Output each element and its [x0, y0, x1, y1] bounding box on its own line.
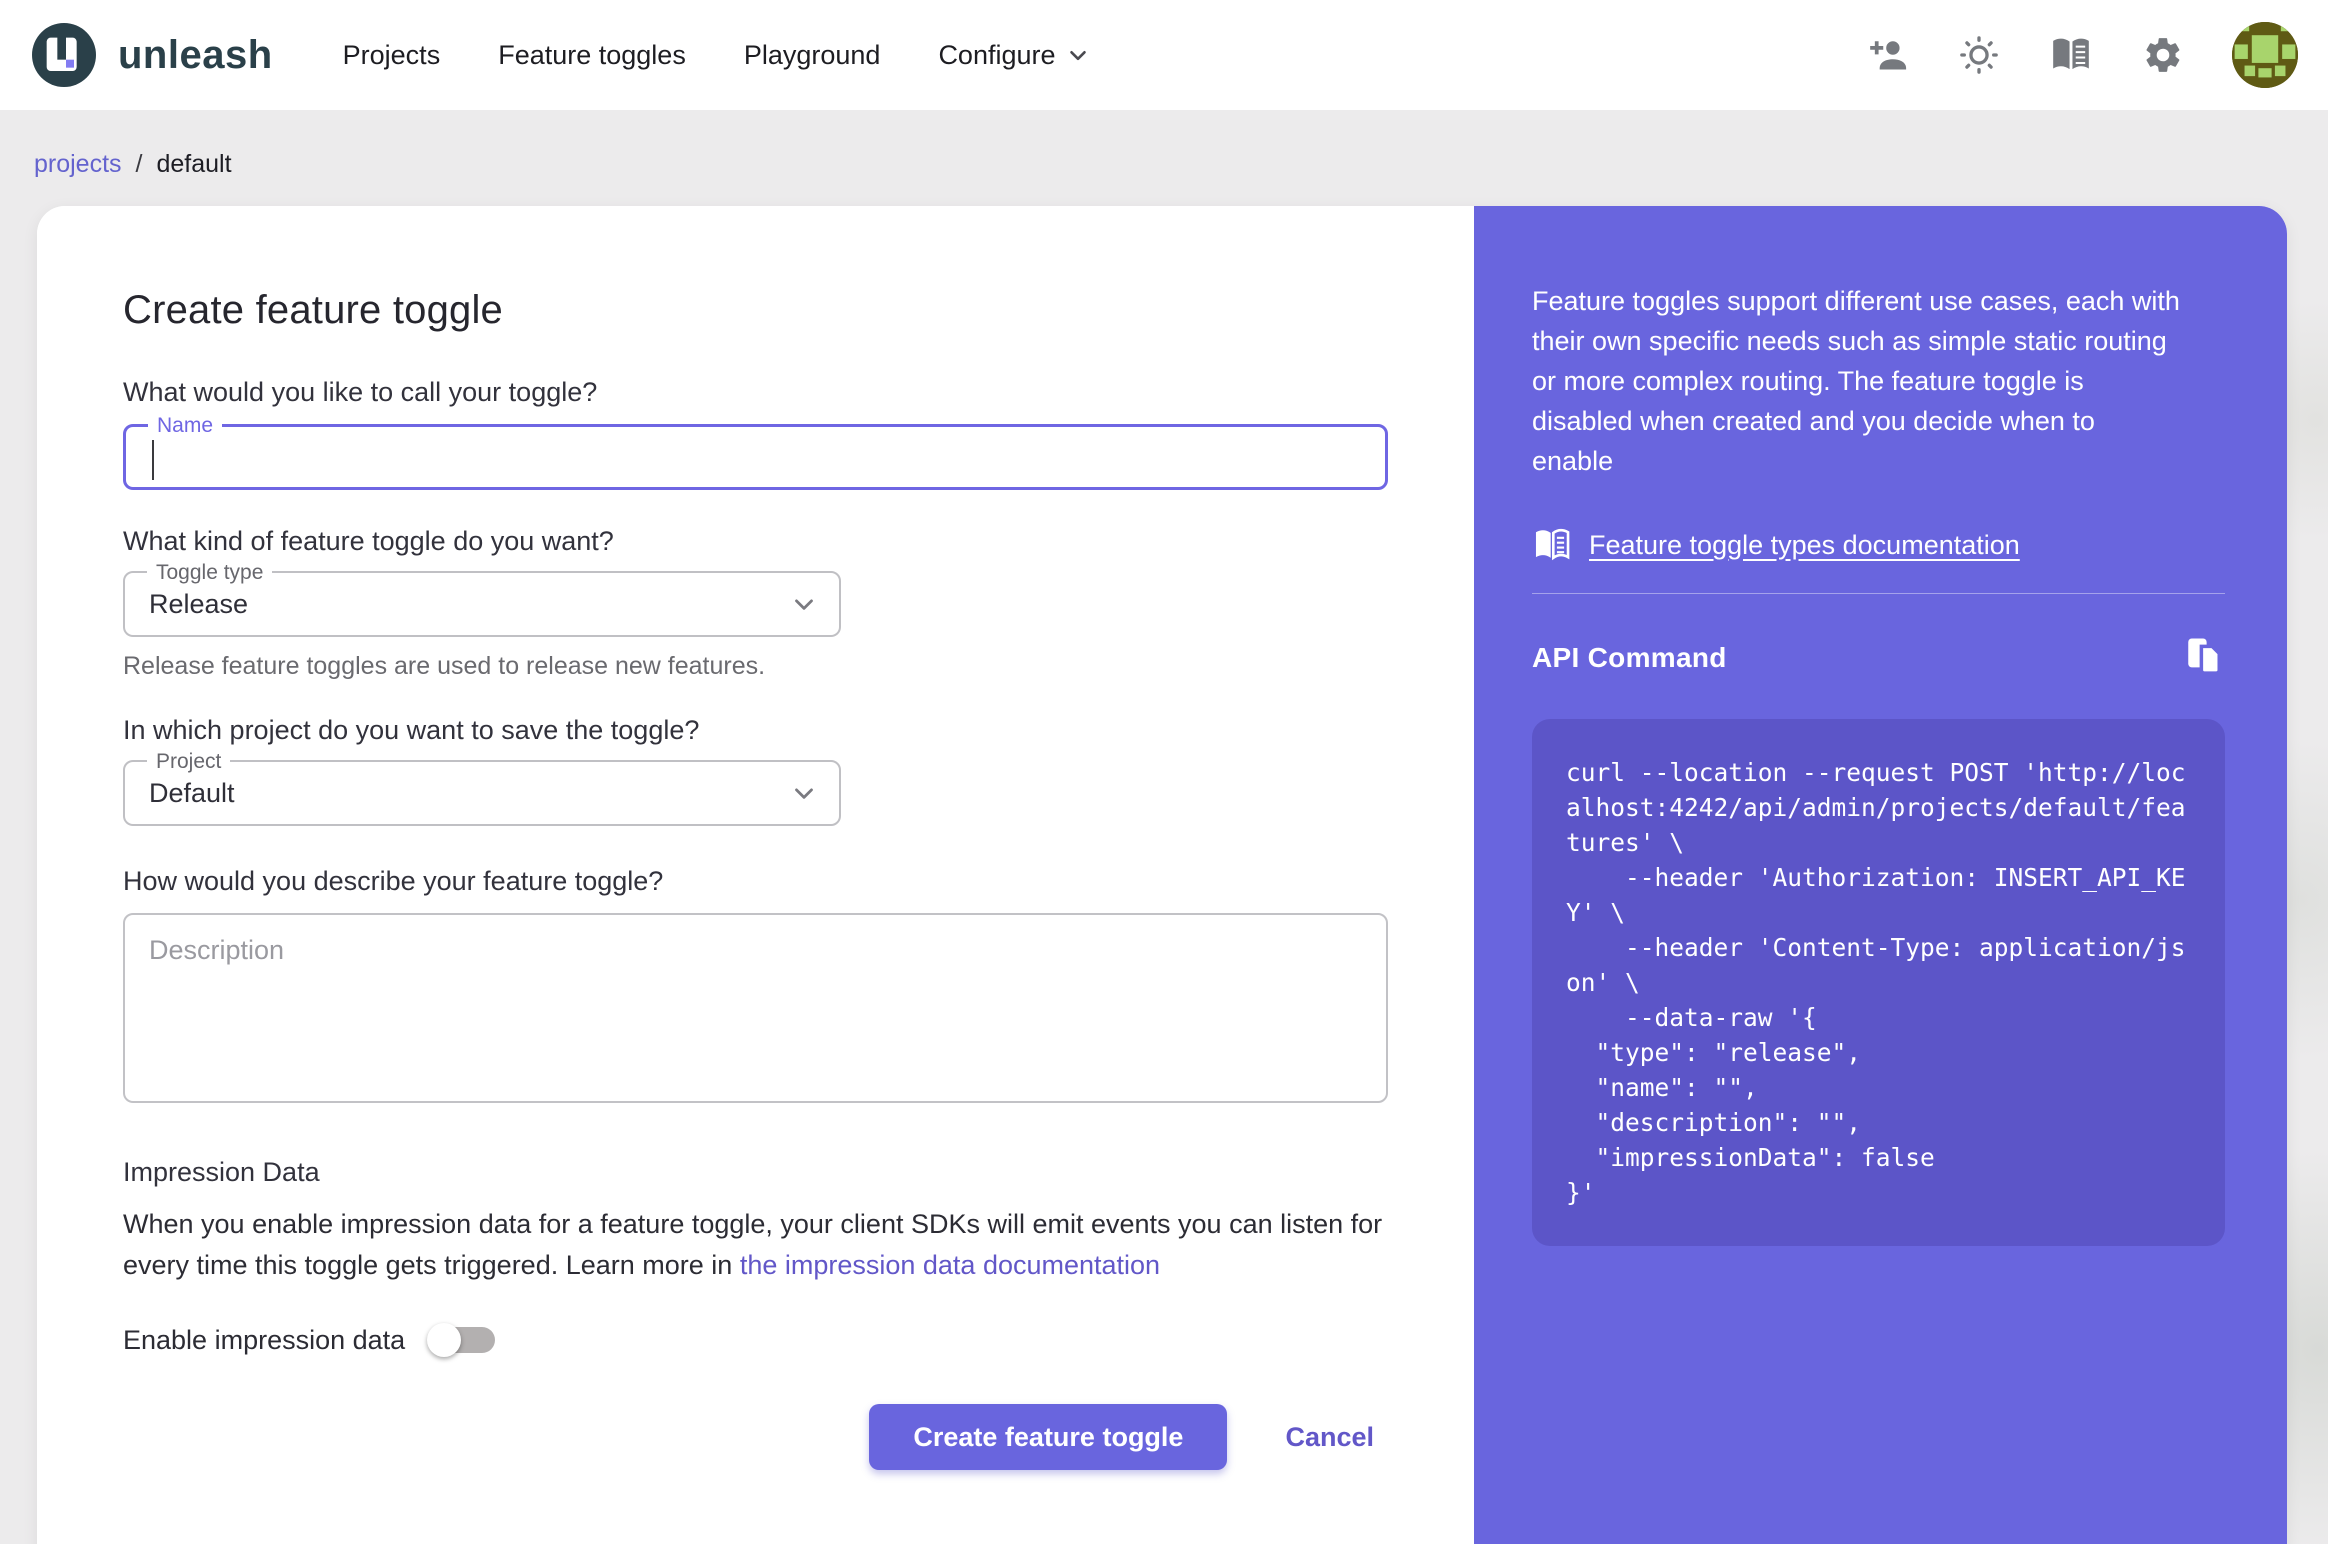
sidebar-divider — [1532, 593, 2225, 594]
main-nav: Projects Feature toggles Playground Conf… — [343, 40, 1091, 71]
api-command-title: API Command — [1532, 641, 1727, 673]
avatar-identicon — [2232, 22, 2298, 88]
api-command-code[interactable]: curl --location --request POST 'http://l… — [1532, 719, 2225, 1246]
navbar-left: unleash Projects Feature toggles Playgro… — [32, 23, 1091, 87]
page: unleash Projects Feature toggles Playgro… — [0, 0, 2328, 1544]
impression-data-doc-link[interactable]: the impression data documentation — [740, 1250, 1160, 1280]
project-question: In which project do you want to save the… — [123, 715, 700, 745]
docs-book-icon — [2053, 38, 2089, 70]
theme-sun-icon — [1960, 36, 1998, 74]
chevron-down-icon — [795, 599, 813, 610]
impression-toggle-label: Enable impression data — [123, 1324, 406, 1355]
form-actions: Create feature toggle Cancel — [123, 1404, 1474, 1470]
unleash-logo[interactable]: unleash — [32, 23, 273, 87]
impression-toggle-row: Enable impression data — [123, 1322, 1474, 1358]
documentation-button[interactable] — [2048, 35, 2094, 75]
toggle-type-select[interactable]: Toggle type Release — [123, 561, 841, 637]
sidebar-docs-row: Feature toggle types documentation — [1532, 527, 2225, 563]
nav-playground[interactable]: Playground — [744, 40, 881, 71]
nav-configure[interactable]: Configure — [938, 40, 1090, 71]
toggle-type-value: Release — [149, 588, 249, 619]
theme-toggle-button[interactable] — [1958, 34, 2000, 76]
breadcrumb-projects-link[interactable]: projects — [34, 150, 122, 179]
settings-gear-icon — [2146, 38, 2180, 72]
invite-user-icon — [1870, 41, 1907, 70]
cancel-button[interactable]: Cancel — [1285, 1422, 1374, 1453]
create-toggle-card: Create feature toggle What would you lik… — [37, 206, 2287, 1544]
feature-toggle-types-doc-link[interactable]: Feature toggle types documentation — [1589, 530, 2020, 561]
chevron-down-icon — [795, 788, 813, 799]
copy-command-button[interactable] — [2183, 634, 2225, 681]
user-avatar[interactable] — [2232, 22, 2298, 88]
project-select[interactable]: Project Default — [123, 750, 841, 826]
text-caret — [152, 440, 154, 480]
breadcrumb-current: default — [156, 150, 232, 178]
chevron-down-icon — [1069, 50, 1086, 61]
project-label: Project — [147, 750, 231, 774]
nav-projects[interactable]: Projects — [343, 40, 441, 71]
switch-thumb — [427, 1323, 462, 1357]
impression-data-text: When you enable impression data for a fe… — [123, 1204, 1395, 1286]
name-question: What would you like to call your toggle? — [123, 377, 598, 407]
name-field[interactable]: Name — [123, 414, 1388, 490]
breadcrumb: projects / default — [0, 110, 2328, 179]
name-input[interactable] — [126, 427, 1385, 487]
top-navbar: unleash Projects Feature toggles Playgro… — [0, 0, 2328, 110]
toggle-type-helper: Release feature toggles are used to rele… — [123, 652, 766, 680]
create-feature-toggle-button[interactable]: Create feature toggle — [869, 1404, 1228, 1470]
info-sidebar: Feature toggles support different use ca… — [1474, 206, 2287, 1544]
nav-configure-label: Configure — [938, 39, 1056, 70]
impression-data-switch[interactable] — [427, 1322, 497, 1358]
breadcrumb-separator: / — [135, 150, 143, 178]
impression-data-title: Impression Data — [123, 1157, 320, 1187]
settings-button[interactable] — [2142, 34, 2184, 76]
description-question: How would you describe your feature togg… — [123, 866, 664, 896]
sidebar-description: Feature toggles support different use ca… — [1532, 286, 2180, 476]
nav-feature-toggles[interactable]: Feature toggles — [498, 40, 686, 71]
description-textarea[interactable] — [123, 913, 1388, 1103]
book-icon — [1535, 528, 1570, 561]
copy-icon — [2188, 638, 2221, 675]
unleash-logo-icon — [32, 23, 96, 87]
brand-name: unleash — [118, 32, 273, 77]
type-question: What kind of feature toggle do you want? — [123, 526, 614, 556]
api-command-header: API Command — [1532, 634, 2225, 681]
toggle-type-label: Toggle type — [147, 561, 273, 585]
create-toggle-form: Create feature toggle What would you lik… — [37, 206, 1474, 1544]
navbar-right — [1868, 22, 2298, 88]
invite-user-button[interactable] — [1868, 36, 1910, 74]
project-value: Default — [149, 777, 235, 808]
page-title: Create feature toggle — [123, 288, 504, 332]
